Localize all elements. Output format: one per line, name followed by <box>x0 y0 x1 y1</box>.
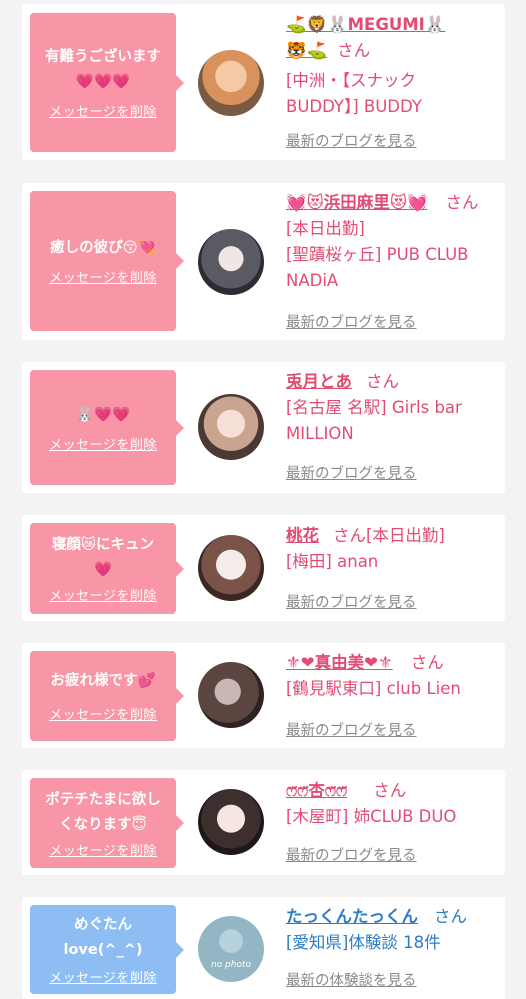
delete-message-link[interactable]: メッセージを削除 <box>49 267 157 286</box>
honorific: さん <box>373 781 407 800</box>
cast-name-link[interactable]: 💓😻浜田麻里😻💓 <box>286 193 428 212</box>
honorific: さん[本日出勤] <box>333 526 445 545</box>
list-item: 寝顔😿にキュン 💗 メッセージを削除 桃花 さん[本日出勤] [梅田] anan … <box>22 515 505 621</box>
message-text: ポテチたまに欲し くなります😇 <box>45 791 161 833</box>
shop-info: [名古屋 名駅] Girls bar MILLION <box>286 398 462 443</box>
list-item: 🐰💗💗 メッセージを削除 兎月とあ さん [名古屋 名駅] Girls bar M… <box>22 362 505 493</box>
cast-name-link[interactable]: 桃花 <box>286 526 319 545</box>
shop-info: [梅田] anan <box>286 552 379 571</box>
entry-info: 兎月とあ さん [名古屋 名駅] Girls bar MILLION <box>286 369 500 447</box>
shop-info: [鶴見駅東口] club Lien <box>286 679 461 698</box>
list-item: 有難うございます 💗💗💗 メッセージを削除 ⛳🦁🐰MEGUMI🐰 🐯⛳ さん [中… <box>22 4 505 160</box>
entry-info: たっくんたっくん さん [愛知県]体験談 18件 <box>286 904 500 956</box>
shop-info: [中洲・【スナック BUDDY】] BUDDY <box>286 71 422 116</box>
avatar[interactable] <box>198 662 264 728</box>
honorific: さん <box>410 653 444 672</box>
no-photo-label: no photo <box>210 960 252 970</box>
delete-message-link[interactable]: メッセージを削除 <box>49 585 157 604</box>
entry-info: ⚜❤真由美❤⚜ さん [鶴見駅東口] club Lien <box>286 650 500 702</box>
message-text: 🐰💗💗 <box>75 406 131 423</box>
message-bubble: ポテチたまに欲し くなります😇 メッセージを削除 <box>30 778 184 868</box>
message-bubble: 寝顔😿にキュン 💗 メッセージを削除 <box>30 523 184 614</box>
cast-name-link[interactable]: ⚜❤真由美❤⚜ <box>286 653 393 672</box>
message-bubble: 癒しの彼ぴ😚💘 メッセージを削除 <box>30 191 184 331</box>
delete-message-link[interactable]: メッセージを削除 <box>49 704 157 723</box>
message-bubble: 🐰💗💗 メッセージを削除 <box>30 370 184 485</box>
list-item: 癒しの彼ぴ😚💘 メッセージを削除 💓😻浜田麻里😻💓 さん [本日出勤] [聖蹟桜ヶ… <box>22 183 505 340</box>
avatar[interactable] <box>198 535 264 601</box>
entry-info: 💓😻浜田麻里😻💓 さん [本日出勤] [聖蹟桜ヶ丘] PUB CLUB NADiA <box>286 190 500 294</box>
honorific: さん <box>366 372 399 391</box>
message-text: 寝顔😿にキュン 💗 <box>51 537 155 578</box>
message-text: 癒しの彼ぴ😚💘 <box>50 240 156 256</box>
honorific: さん <box>337 41 371 60</box>
message-bubble: 有難うございます 💗💗💗 メッセージを削除 <box>30 13 184 152</box>
honorific: さん <box>445 193 479 212</box>
shop-info: [木屋町] 姉CLUB DUO <box>286 807 457 826</box>
avatar[interactable] <box>198 394 264 460</box>
delete-message-link[interactable]: メッセージを削除 <box>49 967 157 986</box>
shop-info: [本日出勤] [聖蹟桜ヶ丘] PUB CLUB NADiA <box>286 219 469 290</box>
latest-review-link[interactable]: 最新の体験談を見る <box>286 969 417 990</box>
message-text: めぐたん love(^_^) <box>63 917 143 958</box>
avatar[interactable] <box>198 50 264 116</box>
review-info: [愛知県]体験談 18件 <box>286 933 441 952</box>
latest-blog-link[interactable]: 最新のブログを見る <box>286 462 417 483</box>
latest-blog-link[interactable]: 最新のブログを見る <box>286 311 417 332</box>
message-text: 有難うございます 💗💗💗 <box>45 49 161 90</box>
cast-name-link[interactable]: 兎月とあ <box>286 372 352 391</box>
avatar-placeholder[interactable]: no photo <box>198 916 264 982</box>
entry-info: 桃花 さん[本日出勤] [梅田] anan <box>286 523 500 575</box>
message-bubble: お疲れ様です💕 メッセージを削除 <box>30 651 184 741</box>
entry-info: ⛳🦁🐰MEGUMI🐰 🐯⛳ さん [中洲・【スナック BUDDY】] BUDDY <box>286 12 500 120</box>
delete-message-link[interactable]: メッセージを削除 <box>49 101 157 120</box>
latest-blog-link[interactable]: 最新のブログを見る <box>286 591 417 612</box>
list-item: めぐたん love(^_^) メッセージを削除 no photo たっくんたっく… <box>22 897 505 999</box>
message-bubble: めぐたん love(^_^) メッセージを削除 <box>30 905 184 994</box>
avatar[interactable] <box>198 789 264 855</box>
cast-name-link[interactable]: ෆ̈ෆ̈杏ෆ̈ෆ̈ <box>286 781 347 800</box>
delete-message-link[interactable]: メッセージを削除 <box>49 840 157 859</box>
avatar[interactable] <box>198 229 264 295</box>
latest-blog-link[interactable]: 最新のブログを見る <box>286 719 417 740</box>
honorific: さん <box>434 907 467 926</box>
entry-info: ෆ̈ෆ̈杏ෆ̈ෆ̈ さん [木屋町] 姉CLUB DUO <box>286 778 500 830</box>
latest-blog-link[interactable]: 最新のブログを見る <box>286 844 417 865</box>
message-text: お疲れ様です💕 <box>50 673 156 689</box>
delete-message-link[interactable]: メッセージを削除 <box>49 434 157 453</box>
cast-name-link[interactable]: たっくんたっくん <box>286 907 418 926</box>
latest-blog-link[interactable]: 最新のブログを見る <box>286 130 417 151</box>
list-item: ポテチたまに欲し くなります😇 メッセージを削除 ෆ̈ෆ̈杏ෆ̈ෆ̈ さん [木屋… <box>22 770 505 875</box>
list-item: お疲れ様です💕 メッセージを削除 ⚜❤真由美❤⚜ さん [鶴見駅東口] club … <box>22 643 505 748</box>
